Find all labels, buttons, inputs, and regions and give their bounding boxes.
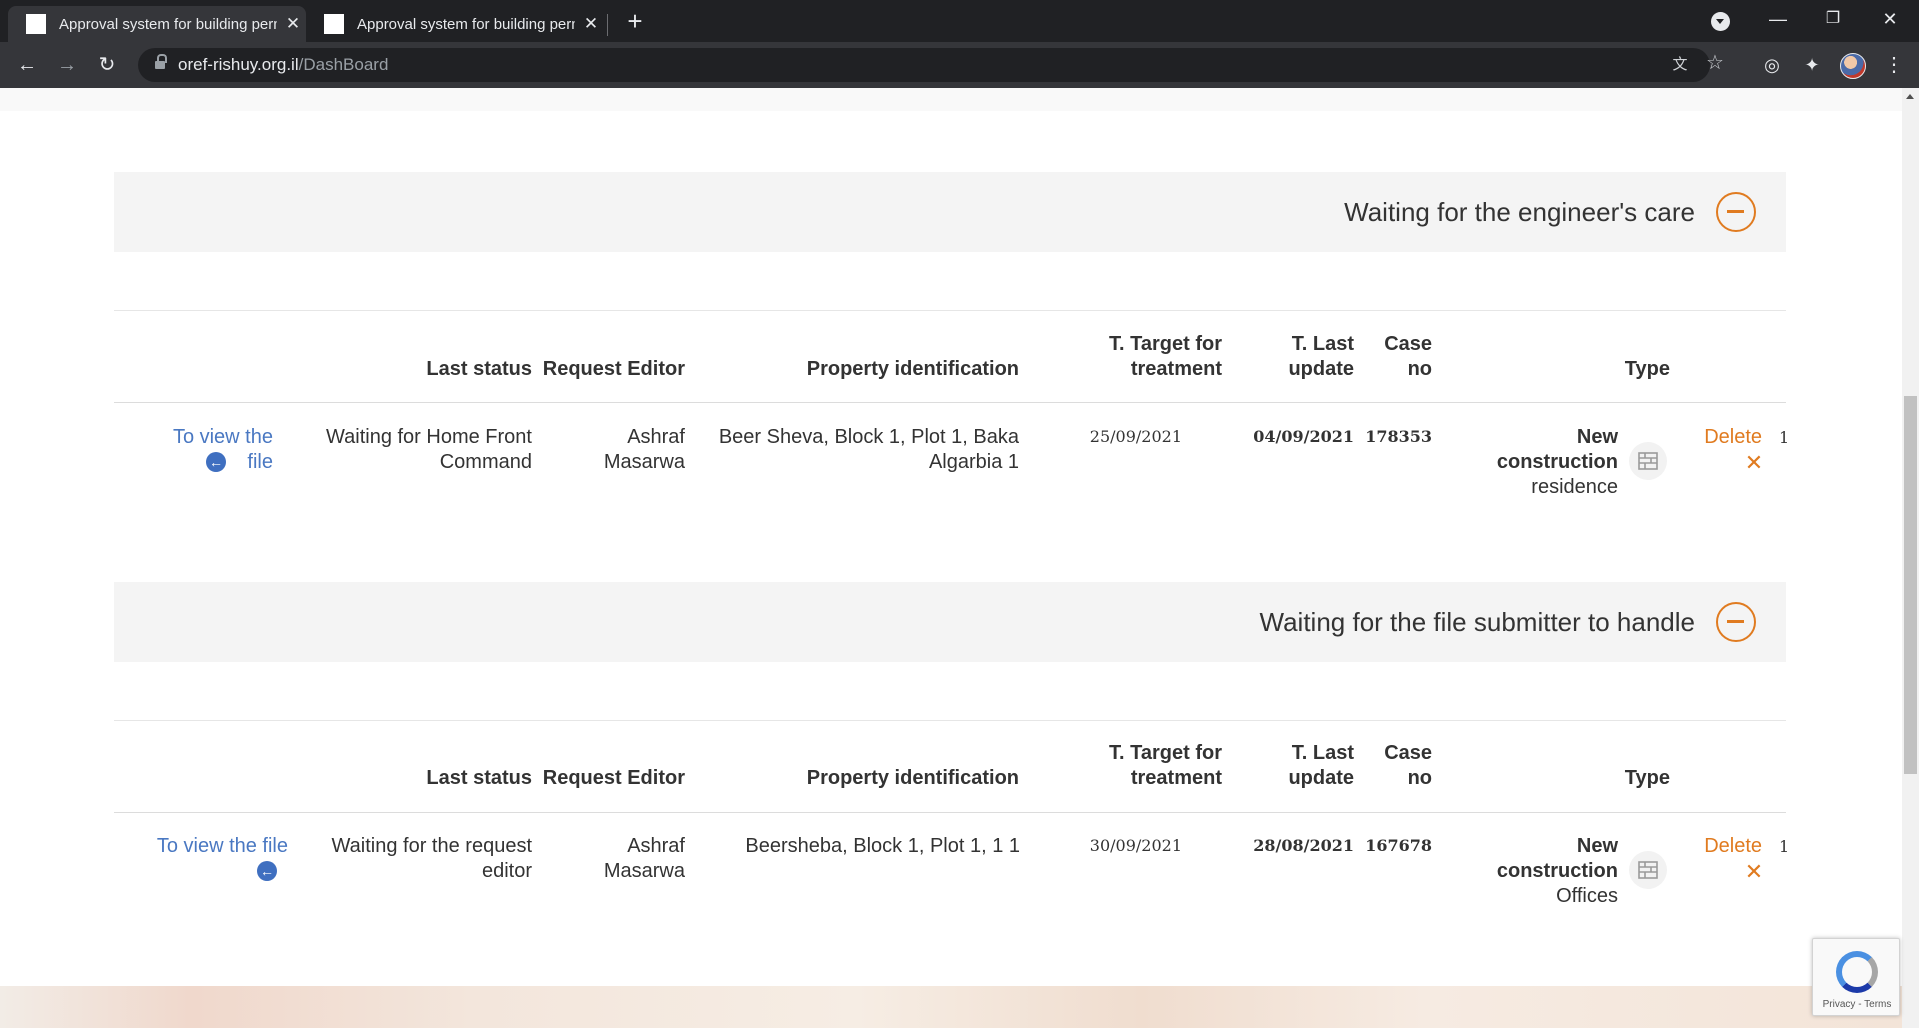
last-update-cell: 04/09/2021 bbox=[1253, 427, 1354, 446]
translate-icon[interactable]: 文 bbox=[1669, 54, 1691, 76]
recaptcha-logo-icon bbox=[1836, 951, 1878, 993]
table-header-divider bbox=[114, 402, 1786, 403]
property-cell: Beer Sheva, Block 1, Plot 1, Baka Algarb… bbox=[718, 426, 1019, 473]
table-top-divider bbox=[114, 310, 1786, 311]
delete-x-icon[interactable]: ✕ bbox=[1744, 859, 1764, 884]
back-arrow-icon[interactable]: ← bbox=[11, 49, 43, 81]
browser-tab[interactable]: Approval system for building permits ✕ bbox=[306, 6, 604, 42]
page-favicon-icon bbox=[324, 14, 344, 34]
column-header-case-no[interactable]: Case no bbox=[1372, 741, 1432, 791]
column-header-request-editor[interactable]: Request Editor bbox=[532, 766, 685, 791]
type-sub-cell: Offices bbox=[1556, 885, 1618, 907]
page-favicon-icon bbox=[26, 14, 46, 34]
section-title: Waiting for the file submitter to handle bbox=[1259, 607, 1695, 637]
view-file-arrow-icon[interactable]: ← bbox=[257, 861, 277, 881]
header-strip bbox=[0, 88, 1902, 111]
section-title: Waiting for the engineer's care bbox=[1344, 197, 1695, 227]
target-date-cell: 30/09/2021 bbox=[1089, 836, 1182, 855]
tab-close-icon[interactable]: ✕ bbox=[283, 14, 303, 34]
section-header-engineer[interactable]: Waiting for the engineer's care bbox=[114, 172, 1786, 252]
profile-avatar[interactable] bbox=[1840, 53, 1866, 79]
tab-separator bbox=[607, 14, 608, 36]
restore-icon[interactable]: ❐ bbox=[1819, 4, 1847, 34]
reload-icon[interactable]: ↻ bbox=[91, 49, 123, 81]
request-editor-cell: Ashraf Masarwa bbox=[603, 835, 685, 882]
column-header-target-for-treatment[interactable]: T. Target for treatment bbox=[1090, 741, 1222, 791]
extension-target-icon[interactable]: ◎ bbox=[1760, 53, 1784, 77]
footer-background-image bbox=[0, 986, 1902, 1028]
tab-close-icon[interactable]: ✕ bbox=[581, 14, 601, 34]
recaptcha-badge[interactable]: Privacy - Terms bbox=[1812, 938, 1900, 1016]
request-editor-cell: Ashraf Masarwa bbox=[603, 426, 685, 473]
extensions-puzzle-icon[interactable]: ✦ bbox=[1800, 53, 1824, 77]
collapse-minus-icon[interactable] bbox=[1716, 192, 1756, 232]
lock-icon[interactable] bbox=[155, 54, 167, 71]
last-status-cell: Waiting for Home Front Command bbox=[326, 426, 532, 473]
minimize-icon[interactable]: — bbox=[1764, 4, 1792, 34]
table-top-divider bbox=[114, 720, 1786, 721]
delete-link[interactable]: Delete bbox=[1680, 425, 1762, 450]
column-header-property-identification[interactable]: Property identification bbox=[686, 766, 1019, 791]
column-header-last-update[interactable]: T. Last update bbox=[1240, 332, 1354, 382]
building-type-icon bbox=[1629, 442, 1667, 480]
last-status-cell: Waiting for the request editor bbox=[331, 835, 532, 882]
page-content: Waiting for the engineer's care Last sta… bbox=[0, 88, 1902, 1028]
column-header-target-for-treatment[interactable]: T. Target for treatment bbox=[1090, 332, 1222, 382]
scrollbar-thumb[interactable] bbox=[1904, 396, 1917, 774]
delete-x-icon[interactable]: ✕ bbox=[1744, 450, 1764, 475]
column-header-property-identification[interactable]: Property identification bbox=[686, 357, 1019, 382]
new-tab-plus-icon[interactable]: + bbox=[623, 6, 647, 36]
collapse-minus-icon[interactable] bbox=[1716, 602, 1756, 642]
column-header-last-status[interactable]: Last status bbox=[380, 357, 532, 382]
row-index: 1 bbox=[1779, 837, 1790, 856]
address-url[interactable]: oref-rishuy.org.il/DashBoard bbox=[178, 48, 388, 82]
row-index: 1 bbox=[1779, 428, 1790, 447]
column-header-type[interactable]: Type bbox=[1550, 766, 1670, 791]
scroll-up-arrow-icon[interactable] bbox=[1904, 90, 1917, 104]
type-main-cell: New construction bbox=[1496, 426, 1618, 473]
property-cell: Beersheba, Block 1, Plot 1, 1 1 bbox=[745, 835, 1020, 857]
last-update-cell: 28/08/2021 bbox=[1253, 836, 1354, 855]
case-number-cell: 167678 bbox=[1365, 836, 1432, 855]
menu-kebab-icon[interactable]: ⋮ bbox=[1882, 53, 1906, 77]
column-header-last-status[interactable]: Last status bbox=[380, 766, 532, 791]
column-header-request-editor[interactable]: Request Editor bbox=[532, 357, 685, 382]
table-header-divider bbox=[114, 812, 1786, 813]
recaptcha-privacy-terms[interactable]: Privacy - Terms bbox=[1813, 999, 1901, 1010]
browser-tab-active[interactable]: Approval system for building permits ✕ bbox=[8, 6, 306, 42]
tab-bar: Approval system for building permits ✕ A… bbox=[0, 0, 1919, 42]
bookmark-star-icon[interactable]: ☆ bbox=[1704, 52, 1726, 74]
column-header-type[interactable]: Type bbox=[1550, 357, 1670, 382]
building-type-icon bbox=[1629, 851, 1667, 889]
tab-title: Approval system for building permits bbox=[59, 15, 277, 33]
type-main-cell: New construction bbox=[1496, 835, 1618, 882]
column-header-last-update[interactable]: T. Last update bbox=[1240, 741, 1354, 791]
target-date-cell: 25/09/2021 bbox=[1089, 427, 1182, 446]
view-file-arrow-icon[interactable]: ← bbox=[206, 452, 226, 472]
type-sub-cell: residence bbox=[1531, 476, 1618, 498]
tab-search-chevron-icon[interactable] bbox=[1711, 12, 1730, 31]
forward-arrow-icon[interactable]: → bbox=[51, 49, 83, 81]
view-file-link[interactable]: To view the file bbox=[120, 834, 288, 859]
tab-title: Approval system for building permits bbox=[357, 15, 575, 33]
window-close-icon[interactable]: ✕ bbox=[1876, 4, 1904, 34]
case-number-cell: 178353 bbox=[1365, 427, 1432, 446]
section-header-submitter[interactable]: Waiting for the file submitter to handle bbox=[114, 582, 1786, 662]
browser-toolbar: ← → ↻ oref-rishuy.org.il/DashBoard 文 ☆ ◎… bbox=[0, 42, 1919, 88]
address-bar[interactable]: oref-rishuy.org.il/DashBoard 文 ☆ bbox=[138, 48, 1724, 82]
delete-link[interactable]: Delete bbox=[1680, 834, 1762, 859]
column-header-case-no[interactable]: Case no bbox=[1372, 332, 1432, 382]
